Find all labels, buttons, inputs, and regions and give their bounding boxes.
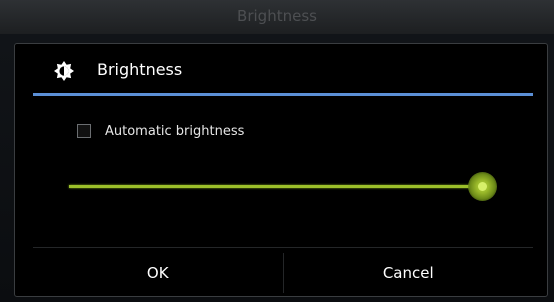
- slider-thumb-center: [477, 182, 487, 191]
- background-titlebar: Brightness: [0, 0, 554, 34]
- automatic-brightness-row[interactable]: Automatic brightness: [77, 122, 244, 140]
- dialog-header: Brightness: [15, 44, 547, 94]
- brightness-icon: [54, 61, 74, 81]
- background-title: Brightness: [237, 7, 317, 25]
- header-divider: [33, 93, 533, 96]
- brightness-slider[interactable]: [69, 172, 509, 202]
- automatic-brightness-label: Automatic brightness: [105, 123, 245, 139]
- ok-button[interactable]: OK: [33, 248, 283, 298]
- dialog-button-bar: OK Cancel: [33, 247, 533, 298]
- screen: Brightness Brightness Automatic brightne…: [0, 0, 554, 302]
- brightness-dialog: Brightness Automatic brightness OK Cance…: [14, 43, 548, 297]
- cancel-button[interactable]: Cancel: [284, 248, 534, 298]
- dialog-title: Brightness: [97, 60, 183, 79]
- automatic-brightness-checkbox[interactable]: [77, 124, 91, 138]
- slider-track[interactable]: [69, 185, 495, 188]
- slider-thumb[interactable]: [467, 172, 497, 201]
